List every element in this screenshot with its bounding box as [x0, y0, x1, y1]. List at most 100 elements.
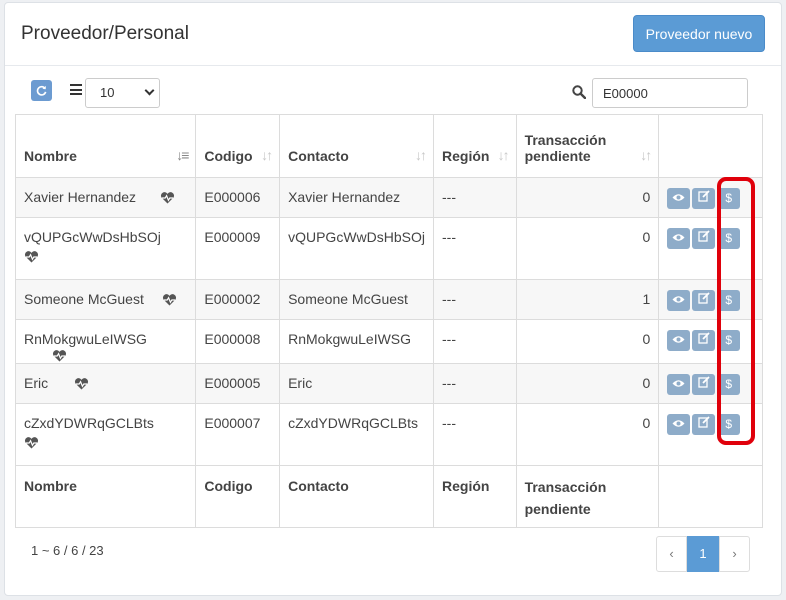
edit-icon: [698, 416, 710, 428]
eye-icon: [672, 234, 685, 241]
view-button[interactable]: [667, 188, 691, 209]
table-row: cZxdYDWRqGCLBts E000007 cZxdYDWRqGCLBts …: [14, 403, 763, 466]
contact-cell: Xavier Hernandez: [279, 177, 434, 218]
view-button[interactable]: [667, 228, 691, 249]
code-cell: E000005: [195, 363, 281, 404]
footer-name: Nombre: [14, 465, 197, 528]
heartbeat-icon[interactable]: [24, 436, 39, 449]
edit-icon: [698, 376, 710, 388]
refresh-icon: [36, 85, 47, 96]
code-cell: E000009: [195, 217, 281, 280]
sort-desc-icon: ↓≡: [176, 147, 189, 163]
column-header-name[interactable]: Nombre ↓≡: [14, 114, 197, 178]
pending-cell: 1: [515, 279, 660, 320]
table-row: Xavier Hernandez E000006 Xavier Hernande…: [14, 177, 763, 218]
edit-icon: [698, 230, 710, 242]
code-cell: E000006: [195, 177, 281, 218]
footer-contact: Contacto: [279, 465, 434, 528]
footer-actions: [658, 465, 763, 528]
column-header-pending[interactable]: Transacción pendiente ↓↑: [515, 114, 660, 178]
column-header-code[interactable]: Codigo ↓↑: [195, 114, 281, 178]
list-icon: [70, 84, 82, 95]
column-header-region[interactable]: Región ↓↑: [433, 114, 517, 178]
provider-table: Nombre ↓≡ Codigo ↓↑ Contacto ↓↑ Región ↓↑ Tr…: [14, 114, 763, 528]
new-provider-button[interactable]: Proveedor nuevo: [633, 15, 765, 52]
edit-icon: [698, 292, 710, 304]
footer-region: Región: [433, 465, 517, 528]
region-cell: ---: [433, 363, 517, 404]
edit-button[interactable]: [692, 330, 716, 351]
edit-button[interactable]: [692, 414, 716, 435]
table-header-row: Nombre ↓≡ Codigo ↓↑ Contacto ↓↑ Región ↓↑ Tr…: [14, 114, 763, 178]
name-cell: Eric: [14, 363, 197, 404]
view-button[interactable]: [667, 330, 691, 351]
prev-page-button[interactable]: ‹: [656, 536, 687, 572]
footer-pending: Transacción pendiente: [515, 465, 660, 528]
pending-cell: 0: [515, 403, 660, 466]
region-cell: ---: [433, 403, 517, 466]
table-row: Someone McGuest E000002 Someone McGuest …: [14, 279, 763, 320]
heartbeat-icon[interactable]: [162, 294, 177, 306]
heartbeat-icon[interactable]: [52, 350, 67, 362]
eye-icon: [672, 336, 685, 343]
edit-button[interactable]: [692, 374, 716, 395]
page-1-button[interactable]: 1: [687, 536, 719, 572]
code-cell: E000002: [195, 279, 281, 320]
panel-header: Proveedor/Personal Proveedor nuevo: [5, 3, 781, 66]
heartbeat-icon[interactable]: [74, 378, 89, 390]
column-header-actions: [658, 114, 763, 178]
pagination: ‹ 1 ›: [656, 536, 750, 572]
payment-column-highlight: [717, 177, 755, 445]
name-cell: Someone McGuest: [14, 279, 197, 320]
view-button[interactable]: [667, 290, 691, 311]
edit-button[interactable]: [692, 228, 716, 249]
sort-icon: ↓↑: [497, 147, 510, 163]
name-cell: vQUPGcWwDsHbSOj: [14, 217, 197, 280]
sort-icon: ↓↑: [261, 147, 273, 163]
heartbeat-icon[interactable]: [24, 250, 39, 263]
edit-button[interactable]: [692, 290, 716, 311]
code-cell: E000008: [195, 319, 281, 364]
page-size-select[interactable]: 10: [85, 78, 160, 108]
region-cell: ---: [433, 177, 517, 218]
name-cell: Xavier Hernandez: [14, 177, 197, 218]
refresh-button[interactable]: [31, 80, 52, 101]
name-cell: cZxdYDWRqGCLBts: [14, 403, 197, 466]
contact-cell: Someone McGuest: [279, 279, 434, 320]
table-footer-row: Nombre Codigo Contacto Región Transacció…: [14, 465, 763, 528]
table-row: Eric E000005 Eric --- 0 $: [14, 363, 763, 404]
eye-icon: [672, 380, 685, 387]
footer-code: Codigo: [195, 465, 281, 528]
table-toolbar: 10: [0, 64, 786, 114]
eye-icon: [672, 420, 685, 427]
table-row: RnMokgwuLeIWSG E000008 RnMokgwuLeIWSG --…: [14, 319, 763, 364]
next-page-button[interactable]: ›: [719, 536, 750, 572]
page-title: Proveedor/Personal: [21, 23, 189, 44]
pending-cell: 0: [515, 319, 660, 364]
region-cell: ---: [433, 319, 517, 364]
region-cell: ---: [433, 279, 517, 320]
contact-cell: cZxdYDWRqGCLBts: [279, 403, 434, 466]
heartbeat-icon[interactable]: [160, 192, 175, 204]
edit-icon: [698, 332, 710, 344]
edit-button[interactable]: [692, 188, 716, 209]
view-button[interactable]: [667, 374, 691, 395]
eye-icon: [672, 296, 685, 303]
contact-cell: RnMokgwuLeIWSG: [279, 319, 434, 364]
pending-cell: 0: [515, 217, 660, 280]
search-icon: [572, 85, 586, 99]
view-button[interactable]: [667, 414, 691, 435]
sort-icon: ↓↑: [640, 147, 652, 163]
sort-icon: ↓↑: [415, 147, 427, 163]
region-cell: ---: [433, 217, 517, 280]
pending-cell: 0: [515, 363, 660, 404]
column-header-contact[interactable]: Contacto ↓↑: [279, 114, 434, 178]
eye-icon: [672, 194, 685, 201]
pending-cell: 0: [515, 177, 660, 218]
table-row: vQUPGcWwDsHbSOj E000009 vQUPGcWwDsHbSOj …: [14, 217, 763, 280]
page-size-value: 10: [100, 85, 115, 100]
pagination-info: 1 ~ 6 / 6 / 23: [31, 543, 104, 558]
search-input[interactable]: [592, 78, 748, 108]
contact-cell: vQUPGcWwDsHbSOj: [279, 217, 434, 280]
chevron-down-icon: [144, 85, 155, 96]
